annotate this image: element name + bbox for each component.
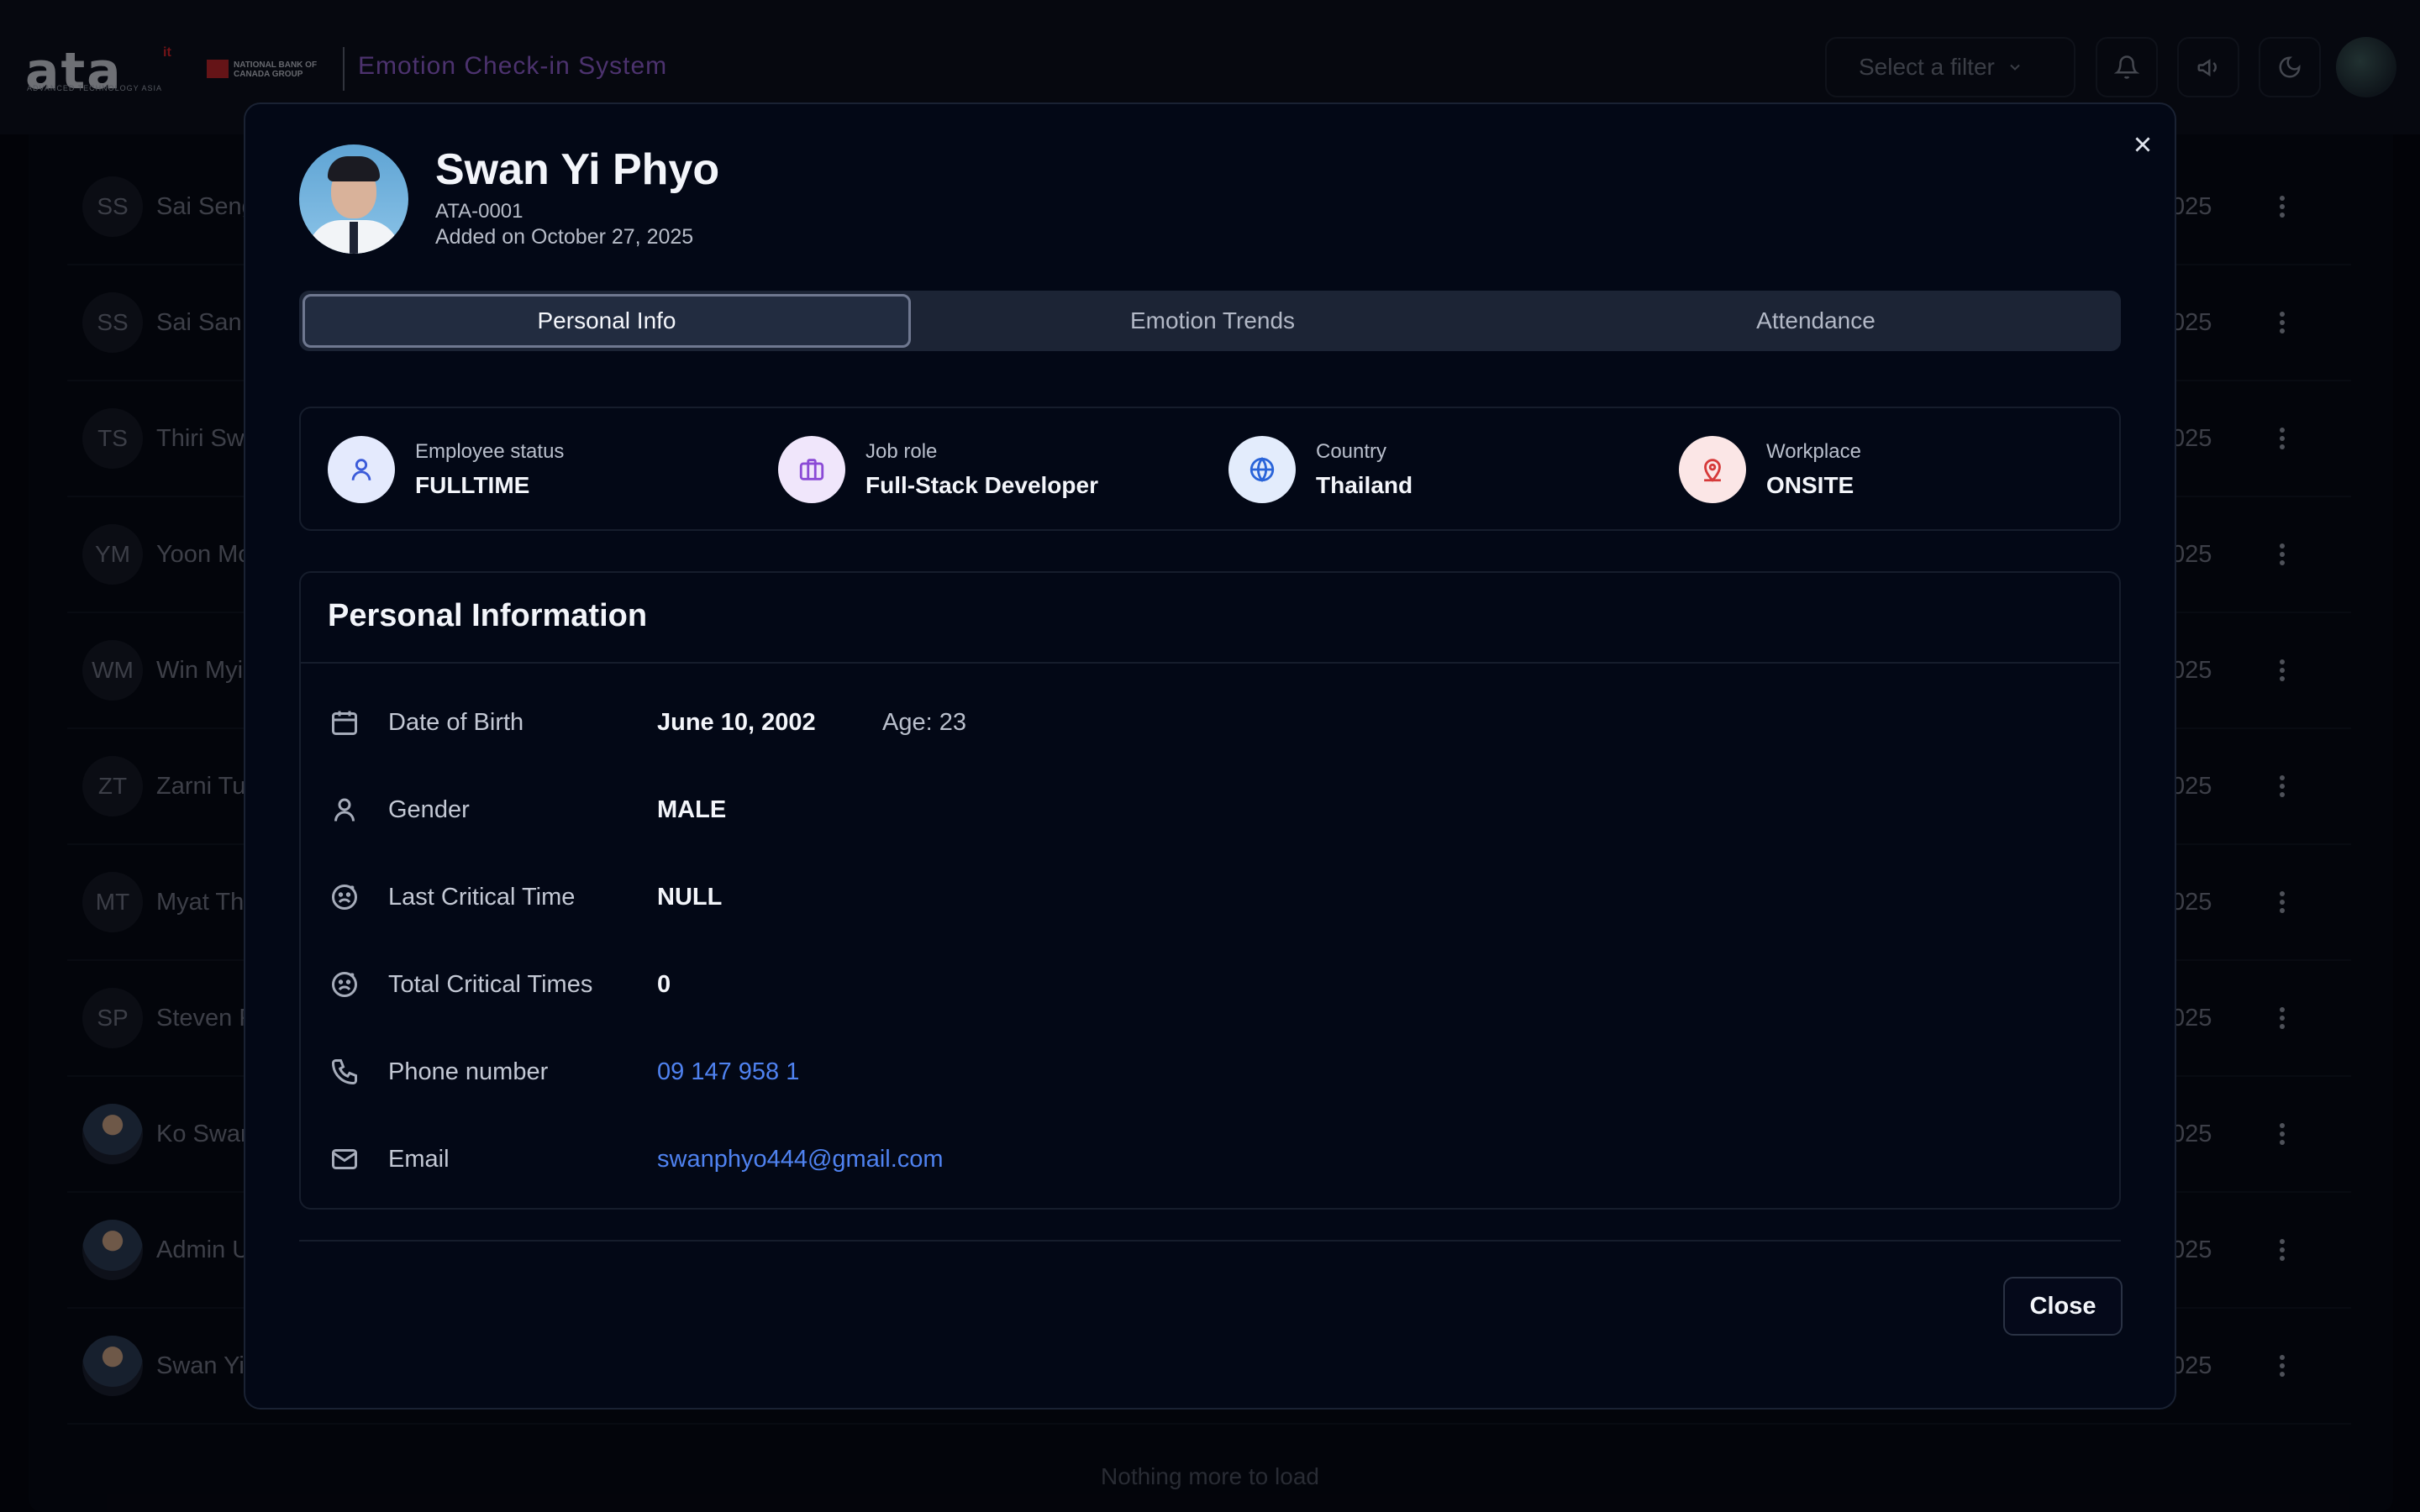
- close-button[interactable]: Close: [2003, 1277, 2123, 1336]
- close-icon: [2135, 137, 2150, 152]
- calendar-icon: [328, 706, 361, 739]
- last-critical-time-row: Last Critical Time NULL: [328, 872, 2092, 922]
- personal-information-section: Personal Information Date of Birth June …: [299, 571, 2121, 1210]
- page: ata it ADVANCED TECHNOLOGY ASIA NATIONAL…: [0, 0, 2420, 1512]
- modal-footer-divider: [299, 1240, 2121, 1242]
- phone-number-row: Phone number 09 147 958 1: [328, 1047, 2092, 1097]
- country-value: Thailand: [1316, 472, 1413, 498]
- employee-name: Swan Yi Phyo: [435, 145, 720, 194]
- date-of-birth-label: Date of Birth: [388, 708, 524, 736]
- total-critical-times-row: Total Critical Times 0: [328, 959, 2092, 1010]
- workplace-value: ONSITE: [1766, 472, 1854, 498]
- gender-row: Gender MALE: [328, 785, 2092, 835]
- phone-number-label: Phone number: [388, 1058, 549, 1085]
- employee-status-value: FULLTIME: [415, 472, 530, 498]
- gender-value: MALE: [657, 795, 727, 823]
- mail-icon: [328, 1142, 361, 1176]
- map-pin-icon: [1679, 436, 1746, 503]
- job-role-label: Job role: [865, 440, 938, 463]
- total-critical-times-label: Total Critical Times: [388, 970, 593, 998]
- country-label: Country: [1316, 440, 1387, 463]
- detail-tabs: Personal Info Emotion Trends Attendance: [299, 291, 2121, 351]
- job-role-value: Full-Stack Developer: [865, 472, 1098, 498]
- date-of-birth-value: June 10, 2002: [657, 708, 816, 736]
- summary-cards: Employee status FULLTIME Job role Full-S…: [299, 407, 2121, 531]
- age-value: Age: 23: [882, 708, 966, 736]
- job-role-card: Job role Full-Stack Developer: [778, 433, 1098, 506]
- globe-icon: [1228, 436, 1296, 503]
- email-link[interactable]: swanphyo444@gmail.com: [657, 1146, 944, 1173]
- employee-id: ATA-0001: [435, 200, 523, 223]
- tab-personal-info[interactable]: Personal Info: [302, 294, 911, 348]
- sad-face-icon: [328, 880, 361, 914]
- section-title: Personal Information: [328, 598, 648, 633]
- user-icon: [328, 793, 361, 827]
- section-divider: [301, 662, 2119, 664]
- phone-icon: [328, 1055, 361, 1089]
- tab-attendance[interactable]: Attendance: [1514, 294, 2118, 348]
- employee-detail-modal: Swan Yi Phyo ATA-0001 Added on October 2…: [244, 102, 2176, 1410]
- modal-close-icon-button[interactable]: [2124, 126, 2161, 163]
- workplace-card: Workplace ONSITE: [1679, 433, 1861, 506]
- gender-label: Gender: [388, 795, 470, 823]
- phone-number-link[interactable]: 09 147 958 1: [657, 1058, 799, 1086]
- employee-added-date: Added on October 27, 2025: [435, 225, 694, 249]
- sad-face-icon: [328, 968, 361, 1001]
- profile-photo: [299, 144, 408, 254]
- last-critical-time-value: NULL: [657, 883, 723, 911]
- briefcase-icon: [778, 436, 845, 503]
- date-of-birth-row: Date of Birth June 10, 2002 Age: 23: [328, 697, 2092, 748]
- email-row: Email swanphyo444@gmail.com: [328, 1134, 2092, 1184]
- employee-status-label: Employee status: [415, 440, 565, 463]
- user-icon: [328, 436, 395, 503]
- last-critical-time-label: Last Critical Time: [388, 883, 576, 911]
- employee-status-card: Employee status FULLTIME: [328, 433, 564, 506]
- email-label: Email: [388, 1145, 450, 1173]
- workplace-label: Workplace: [1766, 440, 1861, 463]
- country-card: Country Thailand: [1228, 433, 1413, 506]
- tab-emotion-trends[interactable]: Emotion Trends: [911, 294, 1514, 348]
- total-critical-times-value: 0: [657, 970, 671, 998]
